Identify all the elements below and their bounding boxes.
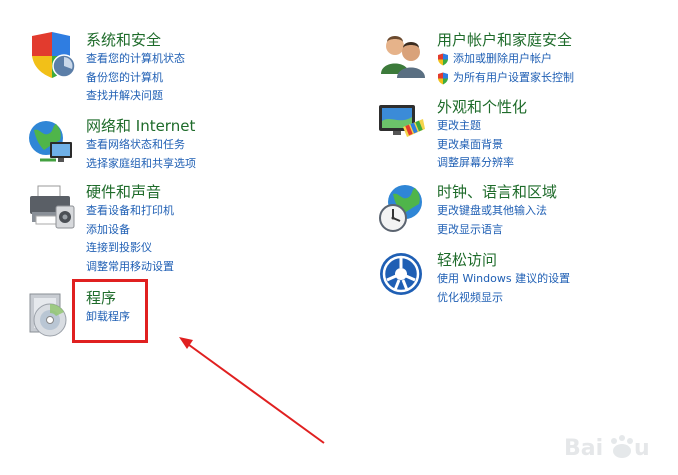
svg-text:u: u [634,436,650,461]
annotation-arrow [179,337,325,444]
baidu-watermark: Bai u [562,429,672,469]
svg-text:Bai: Bai [564,436,603,461]
